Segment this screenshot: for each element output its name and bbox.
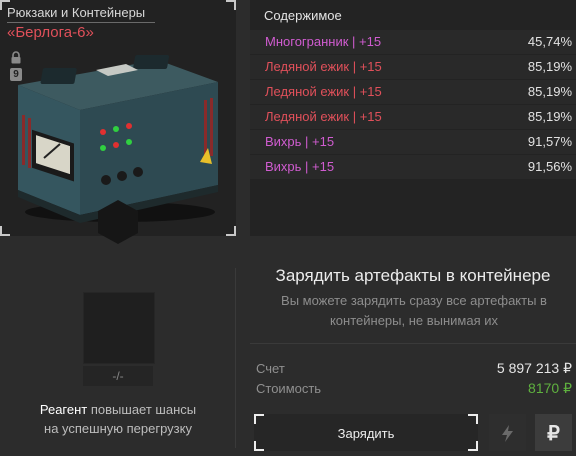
reagent-slot[interactable] (83, 292, 155, 364)
bolt-button[interactable] (489, 414, 526, 451)
category-underline (7, 22, 155, 23)
contents-header: Содержимое (264, 8, 342, 23)
frame-corner (226, 226, 236, 236)
artifact-name: Многогранник | +15 (265, 34, 382, 49)
list-item[interactable]: Многогранник | +15 45,74% (250, 30, 576, 54)
charge-button-label: Зарядить (337, 426, 395, 441)
account-label: Счет (256, 361, 285, 376)
button-corner (254, 414, 264, 424)
artifact-percent: 85,19% (527, 84, 572, 99)
level-badge: 9 (10, 68, 22, 81)
vertical-divider (235, 268, 236, 448)
reagent-desc-text: повышает шансы (87, 402, 197, 417)
reagent-description: Реагент повышает шансы на успешную перег… (10, 400, 226, 438)
artifact-percent: 91,56% (527, 159, 572, 174)
artifact-percent: 85,19% (527, 109, 572, 124)
artifact-percent: 91,57% (527, 134, 572, 149)
artifact-name: Вихрь | +15 (265, 134, 335, 149)
cost-label: Стоимость (256, 381, 322, 396)
container-image (18, 55, 218, 223)
horizontal-divider (250, 343, 576, 344)
frame-corner (226, 0, 236, 10)
list-item[interactable]: Ледяной ежик | +15 85,19% (250, 105, 576, 129)
lock-icon (11, 51, 21, 64)
button-corner (468, 441, 478, 451)
charge-description: Вы можете зарядить сразу все артефакты в… (281, 293, 547, 328)
item-category: Рюкзаки и Контейнеры (7, 5, 146, 20)
charge-title: Зарядить артефакты в контейнере (275, 266, 551, 285)
list-item[interactable]: Вихрь | +15 91,56% (250, 155, 576, 179)
reagent-word: Реагент (39, 402, 88, 417)
list-item[interactable]: Ледяной ежик | +15 85,19% (250, 80, 576, 104)
item-name: «Берлога-6» (7, 24, 94, 41)
button-corner (468, 414, 478, 424)
artifact-percent: 85,19% (527, 59, 572, 74)
lightning-icon (502, 425, 513, 442)
artifact-name: Ледяной ежик | +15 (265, 109, 382, 124)
reagent-slot-label: -/- (83, 366, 153, 386)
account-value: 5 897 213 ₽ (496, 360, 572, 376)
cost-value: 8170 ₽ (528, 380, 572, 396)
list-item[interactable]: Ледяной ежик | +15 85,19% (250, 55, 576, 79)
list-item[interactable]: Вихрь | +15 91,57% (250, 130, 576, 154)
reagent-desc-line2: на успешную перегрузку (44, 421, 192, 436)
button-corner (254, 441, 264, 451)
artifact-name: Ледяной ежик | +15 (265, 59, 382, 74)
frame-corner (0, 226, 10, 236)
charge-button[interactable]: Зарядить (254, 414, 478, 451)
artifact-name: Ледяной ежик | +15 (265, 84, 382, 99)
ruble-button[interactable]: ₽ (535, 414, 572, 451)
artifact-name: Вихрь | +15 (265, 159, 335, 174)
artifact-percent: 45,74% (527, 34, 572, 49)
